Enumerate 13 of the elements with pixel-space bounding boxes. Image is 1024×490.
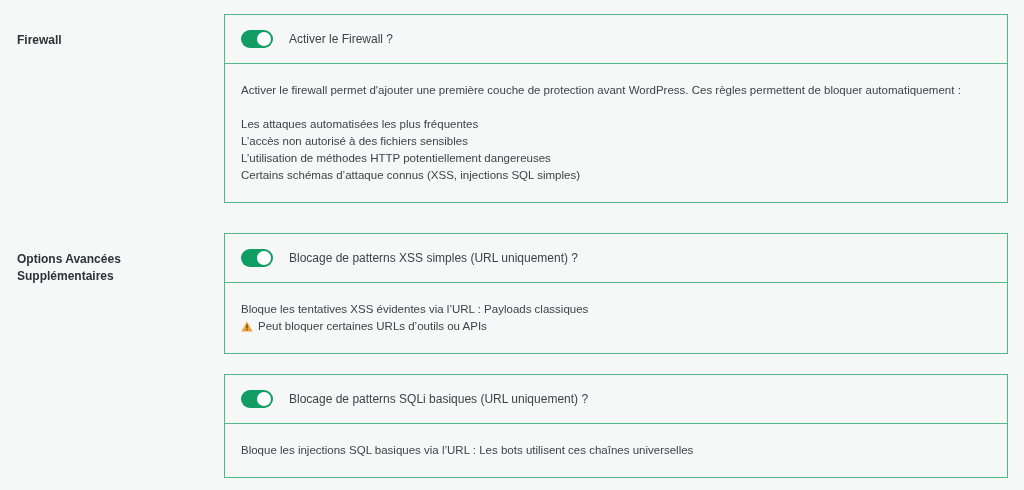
description-text: Bloque les injections SQL basiques via l’URL : Les bots utilisent ces chaînes universelles bbox=[241, 443, 695, 458]
description-text: Activer le firewall permet d'ajouter une première couche de protection avant WordPress. Ces règles permettent de bloquer automatiquement : bbox=[241, 83, 962, 98]
warning-text: Peut bloquer certaines URLs d’outils ou APIs bbox=[258, 319, 487, 334]
description-text: L’accès non autorisé à des fichiers sensibles bbox=[241, 134, 469, 149]
description-text: L’utilisation de méthodes HTTP potentiellement dangereuses bbox=[241, 151, 552, 166]
section-label: Firewall bbox=[17, 32, 63, 49]
option-title: Activer le Firewall ? bbox=[289, 30, 394, 48]
description-text: Bloque les tentatives XSS évidentes via l’URL : Payloads classiques bbox=[241, 302, 590, 317]
description-text: Les attaques automatisées les plus fréquentes bbox=[241, 117, 480, 132]
option-title: Blocage de patterns XSS simples (URL uniquement) ? bbox=[289, 249, 579, 267]
description-text: Certains schémas d’attaque connus (XSS, injections SQL simples) bbox=[241, 168, 581, 183]
section-label: Options Avancées Supplémentaires bbox=[17, 251, 122, 285]
option-title: Blocage de patterns SQLi basiques (URL uniquement) ? bbox=[289, 390, 589, 408]
